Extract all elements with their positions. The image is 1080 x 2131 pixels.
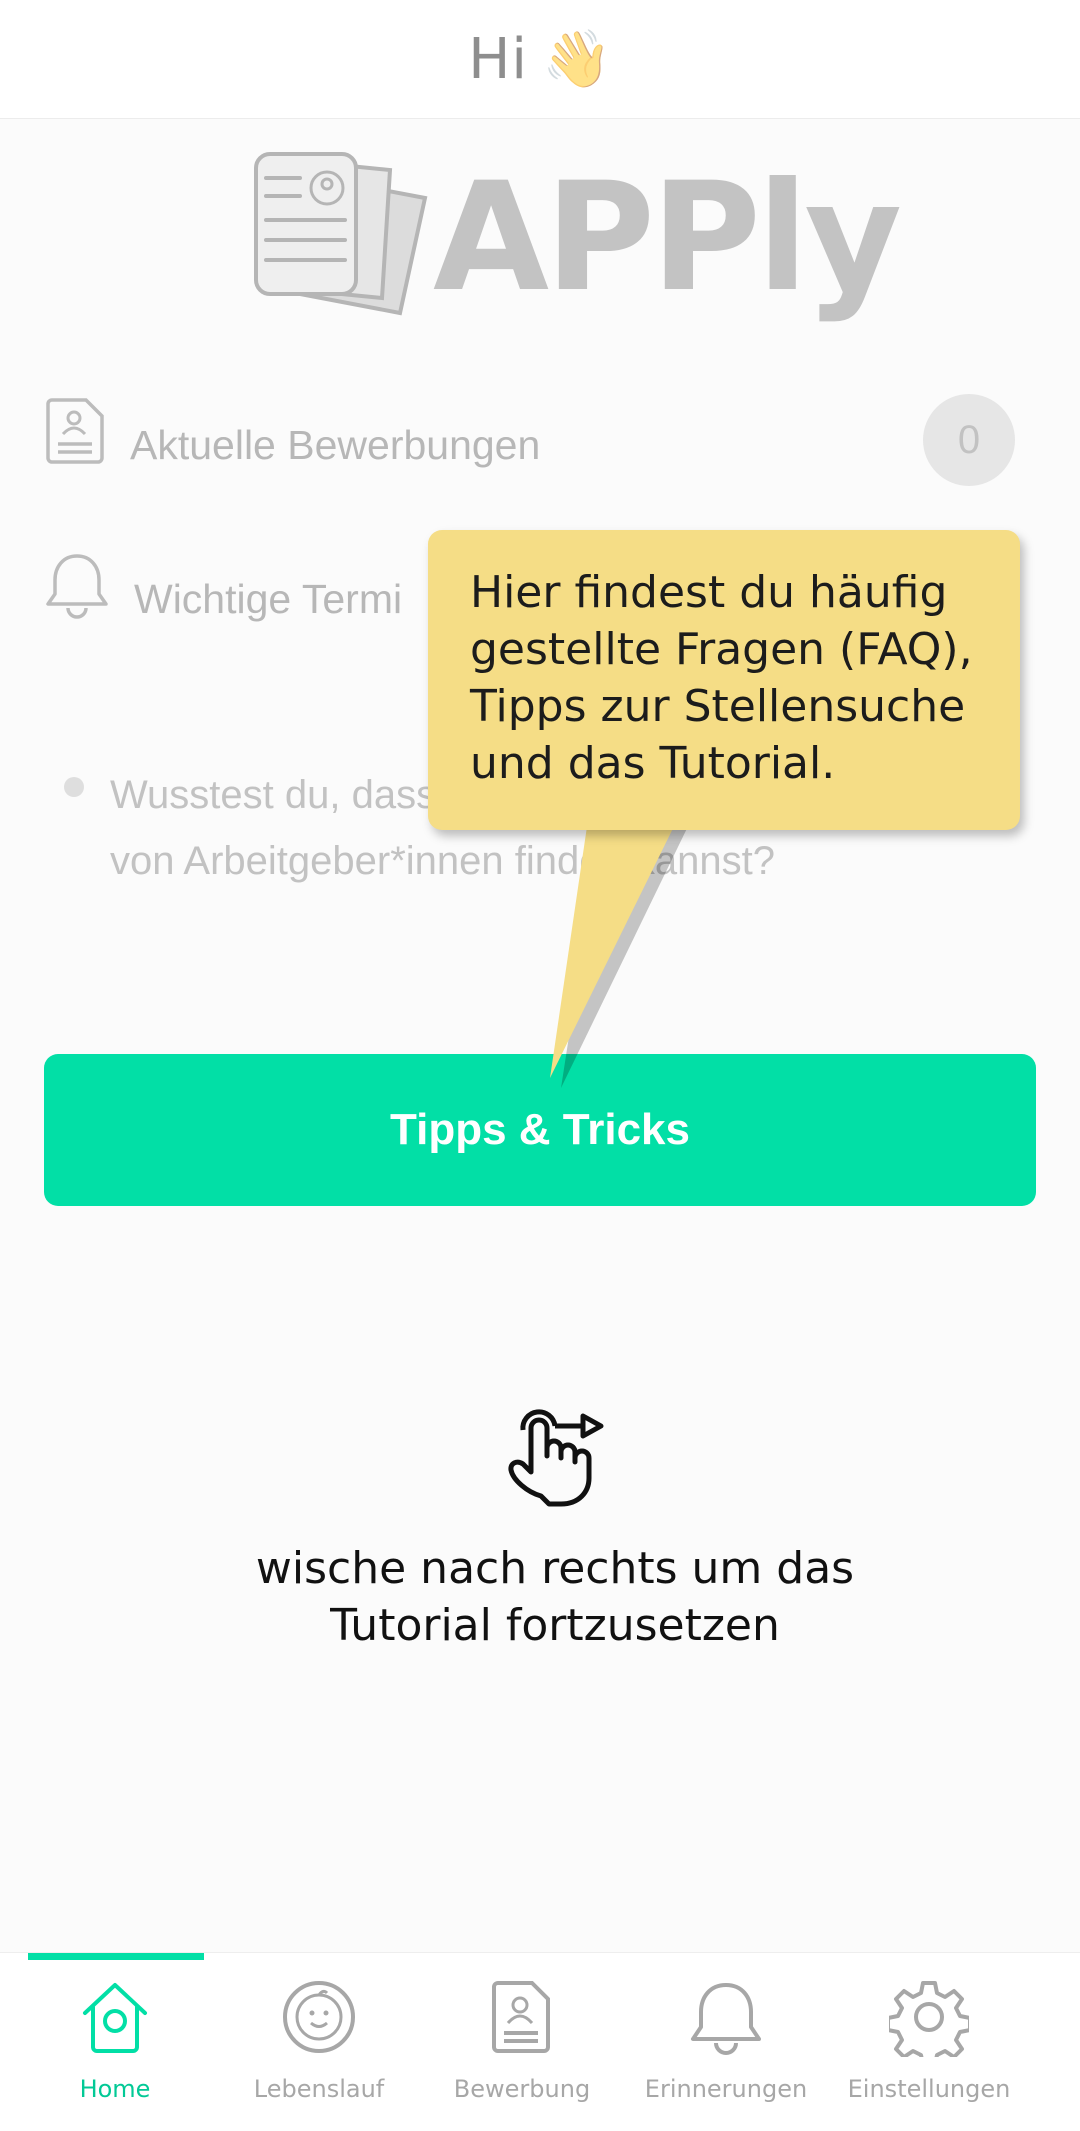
app-logo: APPly	[250, 148, 902, 328]
swipe-gesture-icon	[508, 1409, 604, 1507]
bell-icon	[46, 553, 108, 619]
nav-label-erinnerungen: Erinnerungen	[644, 2075, 808, 2103]
document-icon	[492, 1981, 550, 2053]
current-applications-label: Aktuelle Bewerbungen	[130, 422, 541, 468]
swipe-hint-line-1: wische nach rechts um das	[255, 1543, 855, 1594]
tutorial-tooltip: Hier findest du häufig gestellte Fragen …	[428, 530, 1020, 830]
nav-item-bewerbung[interactable]: Bewerbung	[420, 1963, 624, 2123]
waving-hand-icon: 👋	[541, 27, 612, 90]
bullet-dot	[64, 777, 84, 797]
nav-label-lebenslauf: Lebenslauf	[253, 2075, 385, 2103]
bell-icon	[691, 1983, 761, 2055]
nav-label-einstellungen: Einstellungen	[847, 2075, 1011, 2103]
nav-item-erinnerungen[interactable]: Erinnerungen	[624, 1963, 828, 2123]
nav-label-home: Home	[79, 2075, 151, 2103]
active-tab-indicator	[28, 1953, 204, 1960]
important-dates-label: Wichtige Termi	[134, 576, 403, 622]
applications-count-badge: 0	[923, 394, 1015, 486]
top-app-bar: Hi 👋	[0, 0, 1080, 119]
nav-item-lebenslauf[interactable]: Lebenslauf	[217, 1963, 421, 2123]
logo-wordmark: APPly	[433, 151, 902, 325]
current-applications-row[interactable]: Aktuelle Bewerbungen	[44, 392, 540, 469]
face-icon	[283, 1981, 355, 2053]
swipe-hint-line-2: Tutorial fortzusetzen	[330, 1600, 780, 1651]
documents-stack-icon	[254, 152, 428, 316]
swipe-hint-text: wische nach rechts um das Tutorial fortz…	[0, 1540, 1080, 1654]
home-icon	[83, 1983, 147, 2053]
nav-item-home[interactable]: Home	[13, 1963, 217, 2123]
nav-label-bewerbung: Bewerbung	[453, 2075, 591, 2103]
bottom-navigation: Home Lebenslauf Bewerbung Erinnerungen E…	[0, 1952, 1080, 2131]
important-dates-row[interactable]: Wichtige Termi	[44, 546, 402, 623]
gear-icon	[889, 1981, 969, 2057]
tips-and-tricks-button[interactable]: Tipps & Tricks	[44, 1054, 1036, 1206]
nav-item-einstellungen[interactable]: Einstellungen	[827, 1963, 1031, 2123]
document-icon	[46, 397, 104, 464]
greeting-title: Hi	[468, 26, 528, 92]
